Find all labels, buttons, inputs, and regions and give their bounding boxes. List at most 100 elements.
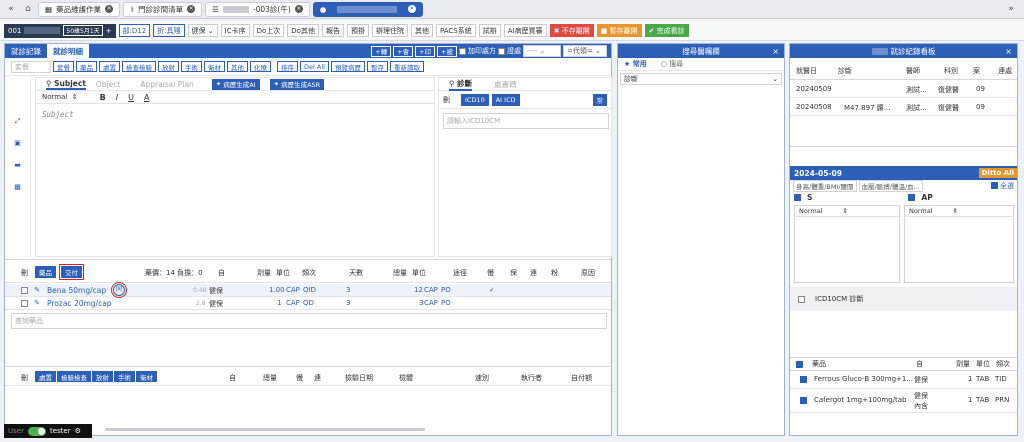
sort-button[interactable]: 排序 xyxy=(277,61,298,72)
table-row[interactable]: ✎ Prozac 20mg/cap 2.8 健保 1 CAP QD 3 3 CA… xyxy=(5,297,611,310)
close-icon[interactable]: × xyxy=(1005,47,1012,56)
do-last-button[interactable]: Do上次 xyxy=(252,24,285,37)
ai-record-button[interactable]: ✦ 病歷生成AI xyxy=(211,78,260,90)
pre-register-button[interactable]: 預掛 xyxy=(346,24,369,37)
no-save-exit-button[interactable]: ✖ 不存離開 xyxy=(549,24,594,37)
delete-all-button[interactable]: Del All xyxy=(300,61,329,72)
category-select[interactable]: 診斷 ⌄ xyxy=(620,73,782,85)
pacs-button[interactable]: PACS系統 xyxy=(435,24,476,37)
expand-icon[interactable]: ⤢ xyxy=(14,117,22,125)
close-icon[interactable]: × xyxy=(105,5,114,13)
browser-tab-session[interactable]: ☰ -003診(午) × xyxy=(205,1,310,17)
insurance-select[interactable]: 健保 ⌄ xyxy=(187,24,218,37)
drug-search-input[interactable]: 查詢藥品 xyxy=(11,313,607,329)
gear-icon[interactable]: ⚙ xyxy=(75,427,81,435)
package-search-input[interactable]: 套餐 xyxy=(11,60,51,73)
package-button[interactable]: 套餐 xyxy=(53,61,74,72)
deliver-button[interactable]: 交付 xyxy=(59,264,84,280)
drug-tab-button[interactable]: 藥品 xyxy=(35,266,56,278)
tab-object[interactable]: Object xyxy=(96,80,120,89)
reload-button[interactable]: 重新讀取 xyxy=(389,61,424,72)
ic-card-button[interactable]: IC卡序 xyxy=(220,24,250,37)
lab-tab-button[interactable]: 檢驗檢查 xyxy=(57,371,91,382)
tab-visit-record[interactable]: 就診記錄 xyxy=(5,44,47,58)
tab-visit-detail[interactable]: 就診明細 xyxy=(47,44,89,58)
tab-search[interactable]: ○ 搜尋 xyxy=(661,59,683,69)
font-color-button[interactable]: A xyxy=(144,93,149,102)
table-row[interactable]: ✎ Bena 50mg/cap 同 0.48 健保 1.00 CAP QID 3… xyxy=(5,282,611,298)
plus-icon[interactable]: + xyxy=(106,27,112,35)
transfer-button[interactable]: +轉 xyxy=(371,45,392,57)
ai-review-button[interactable]: AI病歷質審 xyxy=(503,24,547,37)
chemo-button[interactable]: 化療 xyxy=(250,61,271,72)
browser-tab-drug[interactable]: ▦ 藥品維護作業 × xyxy=(38,1,121,17)
consult-button[interactable]: +會 xyxy=(393,45,414,57)
forward-icon[interactable]: » xyxy=(1004,2,1018,16)
covered-button[interactable]: +被 xyxy=(437,45,457,57)
admission-button[interactable]: 辦理住院 xyxy=(371,24,408,37)
italic-button[interactable]: I xyxy=(116,93,118,102)
image-icon[interactable]: ▣ xyxy=(14,139,22,147)
empty-select[interactable]: ---- ⌄ xyxy=(523,45,561,57)
icd10-input[interactable]: 請輸入ICD10CM xyxy=(443,113,609,129)
cert-checkbox[interactable] xyxy=(498,47,505,55)
user-toggle[interactable] xyxy=(27,426,46,436)
table-row[interactable]: 20240508 M47.897 腰... 測試... 復健醫 09 xyxy=(790,98,1017,116)
med-select-all-checkbox[interactable] xyxy=(796,360,803,368)
select-all-checkbox[interactable] xyxy=(991,182,998,189)
tab-subject[interactable]: ⚲ Subject xyxy=(46,79,86,90)
browser-tab-clinic-list[interactable]: ⚕ 門診診間清單 × xyxy=(123,1,203,17)
surgery-tab-button[interactable]: 手術 xyxy=(114,371,135,382)
report-button[interactable]: 報告 xyxy=(321,24,344,37)
surgery-button[interactable]: 手術 xyxy=(181,61,202,72)
table-row[interactable]: 20240509 測試... 復健醫 09 xyxy=(790,80,1017,98)
supply-button[interactable]: 衛材 xyxy=(204,61,225,72)
temp-save-exit-button[interactable]: ■ 暫存離開 xyxy=(596,24,642,37)
radiology-tab-button[interactable]: 放射 xyxy=(92,371,113,382)
temp-save-button[interactable]: 暫存 xyxy=(366,61,388,72)
bold-button[interactable]: B xyxy=(100,93,106,102)
ai-icd-button[interactable]: AI ICD xyxy=(491,93,520,106)
close-icon[interactable]: × xyxy=(772,47,779,56)
tab-appraisal-plan[interactable]: Appraisal Plan xyxy=(140,80,193,89)
home-icon[interactable]: ⌂ xyxy=(21,2,35,16)
close-icon[interactable]: × xyxy=(294,5,303,13)
folder-icon[interactable]: ▬ xyxy=(14,161,22,169)
same-badge[interactable]: 同 xyxy=(111,282,127,298)
lab-button[interactable]: 檢查檢驗 xyxy=(122,61,156,72)
tab-procedure-code[interactable]: 處置碼 xyxy=(494,79,517,90)
print-button[interactable]: +印 xyxy=(415,45,436,57)
print-rx-checkbox[interactable] xyxy=(459,47,466,55)
other-category-button[interactable]: 其他 xyxy=(227,61,248,72)
row-checkbox[interactable] xyxy=(21,300,28,307)
close-icon[interactable]: × xyxy=(407,5,416,13)
underline-button[interactable]: U xyxy=(128,93,134,102)
asr-record-button[interactable]: ✦ 病歷生成ASR xyxy=(269,78,325,90)
proxy-select[interactable]: =代領= ⌄ xyxy=(563,45,607,57)
ditto-all-button[interactable]: Ditto All xyxy=(978,168,1017,178)
supply-tab-button[interactable]: 衛材 xyxy=(136,371,157,382)
s-checkbox[interactable] xyxy=(794,193,801,201)
icd-checkbox[interactable] xyxy=(798,295,805,303)
radiology-button[interactable]: 放射 xyxy=(158,61,179,72)
preview-record-button[interactable]: 預覽病歷 xyxy=(330,61,365,72)
row-checkbox[interactable] xyxy=(21,287,28,294)
edit-icon[interactable]: ✎ xyxy=(33,299,41,307)
tab-diagnosis[interactable]: ⚲ 診斷 xyxy=(449,78,473,91)
common-dx-button[interactable]: 常 xyxy=(592,93,607,106)
other-button[interactable]: 其他 xyxy=(410,24,433,37)
subject-textarea[interactable]: Subject xyxy=(36,104,434,125)
edit-icon[interactable]: ✎ xyxy=(33,286,41,294)
trial-button[interactable]: 試辦 xyxy=(478,24,501,37)
procedure-tab-button[interactable]: 處置 xyxy=(35,371,56,382)
save-icon[interactable]: ▩ xyxy=(14,183,22,191)
ap-checkbox[interactable] xyxy=(908,193,916,201)
style-select[interactable]: Normal ⇕ xyxy=(42,93,78,101)
icd10-button[interactable]: ICD10 xyxy=(461,93,489,106)
tab-common[interactable]: ★ 常用 xyxy=(624,59,647,69)
list-item[interactable]: Cafergot 1mg+100mg/tab 健保 內含 1 TAB PRN xyxy=(790,389,1017,413)
close-icon[interactable]: × xyxy=(187,5,196,13)
med-checkbox[interactable] xyxy=(800,397,807,404)
drug-button[interactable]: 藥品 xyxy=(76,61,97,72)
back-icon[interactable]: « xyxy=(4,2,18,16)
